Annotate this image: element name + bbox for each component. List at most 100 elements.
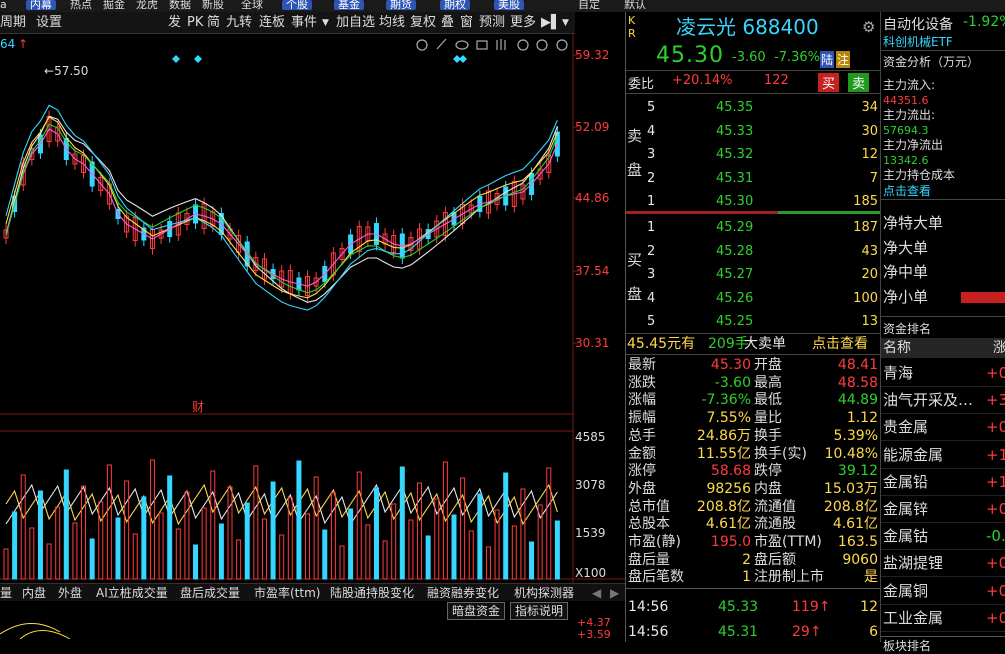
tab-quanqiu[interactable]: 全球	[241, 0, 263, 10]
tool-fuquan[interactable]: 复权	[410, 12, 436, 34]
bid-row[interactable]: 3 45.27 20	[626, 263, 881, 286]
tab-qihuo[interactable]: 期货	[386, 0, 416, 10]
ind-tab-neipan[interactable]: 内盘	[22, 584, 46, 602]
rank-row[interactable]: 工业金属 +0.	[881, 605, 1005, 632]
ind-tab-margin[interactable]: 融资融券变化	[427, 584, 499, 602]
stat-value: 48.58	[837, 374, 878, 391]
sector-etf[interactable]: 科创机械ETF	[883, 33, 953, 50]
tool-forecast[interactable]: 预测	[479, 12, 505, 34]
big-order-row[interactable]: 45.45元有 209手 大卖单 点击查看	[626, 333, 881, 355]
zoom-icon[interactable]	[517, 39, 529, 51]
scroll-left-icon[interactable]: ◀	[592, 584, 601, 602]
tool-lianban[interactable]: 连板	[259, 12, 285, 34]
tool-pk[interactable]: PK	[187, 12, 203, 34]
event-markers[interactable]	[172, 55, 467, 63]
settings-gear-icon[interactable]: ⚙	[862, 18, 875, 36]
stat-label: 内盘	[754, 480, 782, 497]
tool-shijian[interactable]: 事件	[291, 12, 317, 34]
ind-tab-vol[interactable]: 量	[0, 584, 12, 602]
eye-icon[interactable]	[455, 40, 469, 50]
ask-row[interactable]: 2 45.31 7	[626, 167, 881, 190]
tab-moren[interactable]: 默认	[624, 0, 646, 10]
ind-tab-pe[interactable]: 市盈率(ttm)	[254, 584, 320, 602]
volume-bar	[270, 481, 276, 580]
rank-row[interactable]: 金属铜 +0.	[881, 578, 1005, 605]
rank-row[interactable]: 能源金属 +1.	[881, 442, 1005, 469]
lock-icon[interactable]	[476, 40, 488, 50]
tool-overlay[interactable]: 叠	[441, 12, 454, 34]
tool-window[interactable]: 窗	[460, 12, 473, 34]
tab-qiquan[interactable]: 期权	[440, 0, 470, 10]
tab-neimu[interactable]: 内幕	[26, 0, 56, 10]
tab-shuju[interactable]: 数据	[169, 0, 191, 10]
level-price: 45.28	[716, 243, 754, 259]
rank-change: +0.	[986, 608, 1005, 627]
big-order-link[interactable]: 点击查看	[812, 334, 868, 354]
tool-jian[interactable]: 简	[207, 12, 220, 34]
tab-jijin[interactable]: 基金	[334, 0, 364, 10]
tool-jiuzhuan[interactable]: 九转	[226, 12, 252, 34]
zoom-in-icon[interactable]	[536, 39, 548, 51]
ind-tab-afterhours[interactable]: 盘后成交量	[180, 584, 240, 602]
dropdown-icon[interactable]: ▼	[322, 12, 329, 34]
settings-button[interactable]: 设置	[36, 12, 62, 34]
tab-juejin[interactable]: 掘金	[103, 0, 125, 10]
bid-row[interactable]: 4 45.26 100	[626, 287, 881, 310]
ind-tab-ai-vol[interactable]: AI立桩成交量	[96, 584, 168, 602]
rank-row[interactable]: 贵金属 +0.	[881, 414, 1005, 442]
ask-row[interactable]: 4 45.33 30	[626, 120, 881, 143]
rank-row[interactable]: 盐湖提锂 +0.	[881, 550, 1005, 578]
ask-row[interactable]: 5 45.35 34	[626, 96, 881, 119]
dark-pool-button[interactable]: 暗盘资金	[447, 602, 505, 620]
volume-bar	[184, 491, 190, 580]
tab-redian[interactable]: 热点	[70, 0, 92, 10]
financial-report-marker[interactable]: 财	[192, 400, 204, 414]
rank-row[interactable]: 金属铅 +1.	[881, 469, 1005, 496]
sector-name[interactable]: 自动化设备	[883, 14, 953, 34]
ask-row[interactable]: 3 45.32 12	[626, 143, 881, 166]
rank-row[interactable]: 青海 +0.	[881, 360, 1005, 387]
bid-row[interactable]: 1 45.29 187	[626, 216, 881, 239]
gear-icon[interactable]	[416, 39, 428, 51]
tab-meigu[interactable]: 美股	[494, 0, 524, 10]
scroll-right-icon[interactable]: ▶	[610, 584, 619, 602]
tool-fa[interactable]: 发	[168, 12, 181, 34]
tool-ma[interactable]: 均线	[379, 12, 405, 34]
chart-tool-icons[interactable]	[416, 38, 568, 51]
ind-tab-waipan[interactable]: 外盘	[58, 584, 82, 602]
level-number: 1	[647, 220, 656, 235]
level-volume: 12	[861, 147, 878, 162]
sell-button[interactable]: 卖	[848, 73, 870, 92]
tab-stub[interactable]: a	[0, 0, 7, 10]
bid-row[interactable]: 2 45.28 43	[626, 240, 881, 263]
stat-value: 44.89	[837, 392, 878, 409]
volume-bar	[29, 527, 35, 580]
tool-add-watch[interactable]: 加自选	[336, 12, 375, 34]
fund-flow-link[interactable]: 点击查看	[883, 182, 931, 199]
tool-more[interactable]: 更多	[510, 12, 536, 34]
menu-dropdown-icon[interactable]: ▼	[562, 12, 569, 34]
bid-row[interactable]: 5 45.25 13	[626, 310, 881, 333]
indicator-help-button[interactable]: 指标说明	[510, 602, 568, 620]
zoom-out-icon[interactable]	[556, 39, 568, 51]
tab-gegu[interactable]: 个股	[282, 0, 312, 10]
rank-row[interactable]: 金属钴 -0.	[881, 523, 1005, 551]
tab-longhu[interactable]: 龙虎	[136, 0, 158, 10]
tab-zidingyi[interactable]: 自定	[578, 0, 600, 10]
ask-row[interactable]: 1 45.30 185	[626, 190, 881, 213]
export-icon[interactable]: ▶▌	[541, 12, 561, 34]
ind-tab-hkconnect[interactable]: 陆股通持股变化	[330, 584, 414, 602]
period-menu[interactable]: 周期	[0, 12, 26, 34]
hand-icon[interactable]	[496, 39, 506, 50]
fund-flow-label: 主力净流出	[883, 138, 944, 152]
sector-rank-footer[interactable]: 板块排名	[881, 636, 1005, 654]
tab-xingu[interactable]: 新股	[202, 0, 224, 10]
rank-row[interactable]: 油气开采及… +3.	[881, 387, 1005, 415]
buy-button[interactable]: 买	[818, 73, 840, 92]
pen-icon[interactable]	[436, 38, 447, 50]
ind-tab-inst[interactable]: 机构探测器	[514, 584, 574, 602]
rank-name: 金属铅	[883, 472, 929, 491]
order-ratio-value: +20.14%	[672, 73, 733, 88]
rank-row[interactable]: 金属锌 +0.	[881, 496, 1005, 523]
kline-chart[interactable]: 64 ↑ ←57.50 财 59.32 52.09 44.86 37.54 30…	[0, 34, 625, 639]
